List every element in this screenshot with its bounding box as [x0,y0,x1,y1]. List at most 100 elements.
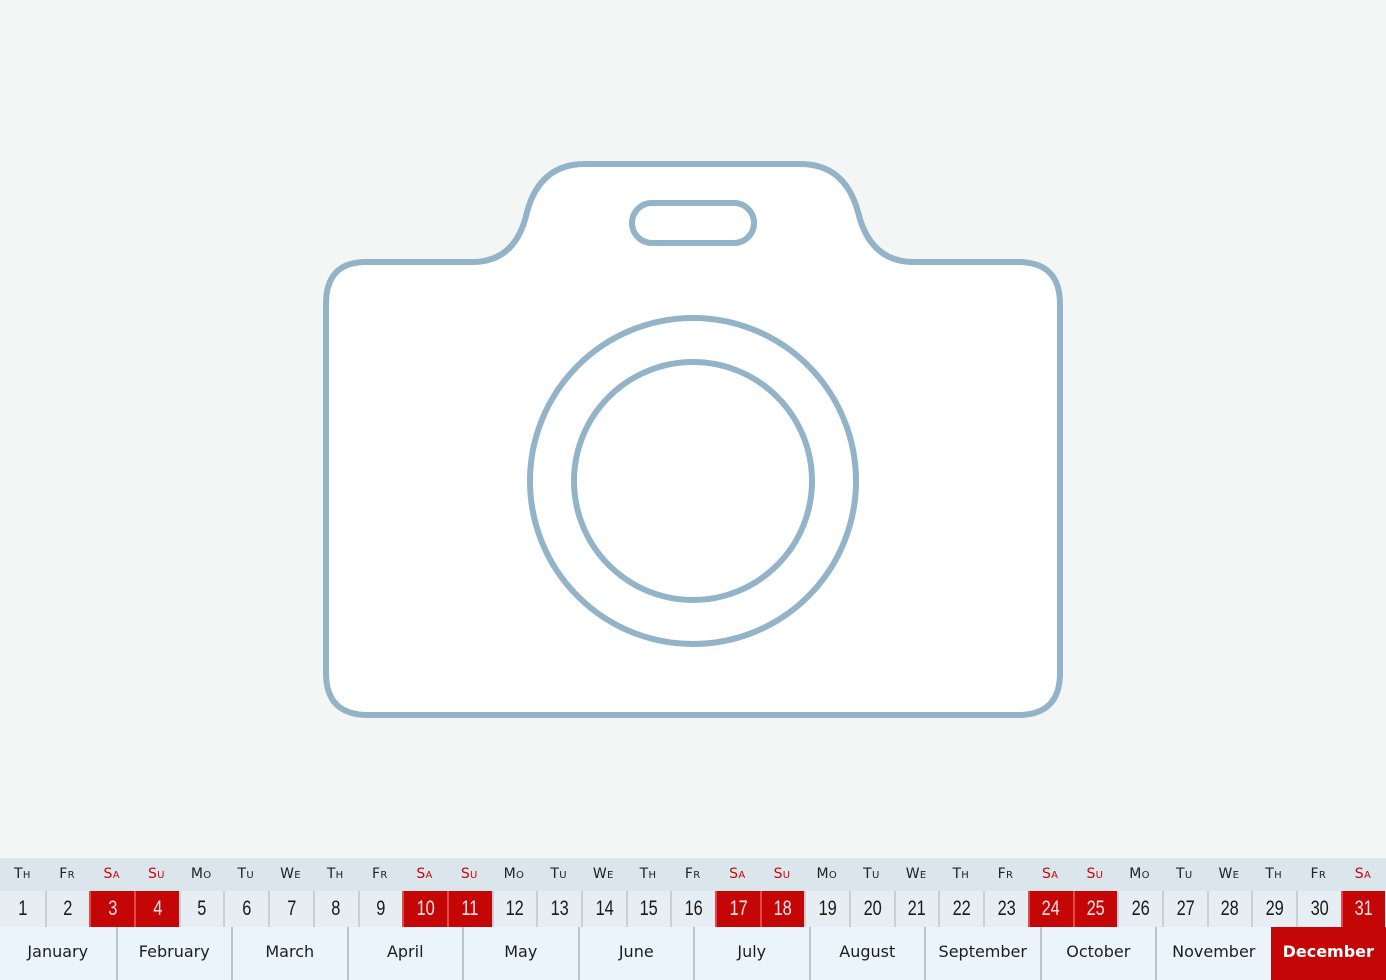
day-number: 25 [1086,897,1105,920]
day-number: 30 [1310,897,1329,920]
month-tab-march[interactable]: March [231,927,347,980]
day-cell[interactable]: 19 [804,891,849,927]
month-tab-may[interactable]: May [462,927,578,980]
month-tab-june[interactable]: June [577,927,694,980]
month-tab-october[interactable]: October [1039,927,1156,980]
day-number: 22 [952,897,971,920]
month-tab-february[interactable]: February [115,927,232,980]
day-cell[interactable]: 8 [312,891,358,927]
day-number: 10 [416,897,435,920]
month-tab-august[interactable]: August [808,927,925,980]
day-cell[interactable]: 11 [446,891,492,927]
month-tab-september[interactable]: September [924,927,1040,980]
day-number: 15 [639,897,659,920]
weekday-label: Sa [729,866,746,882]
day-cell[interactable]: 2 [44,891,90,927]
day-number: 17 [729,897,748,920]
weekday-label: Su [148,866,165,882]
day-cell[interactable]: 9 [357,891,403,927]
day-number: 4 [152,897,162,920]
weekday-label: Sa [1354,866,1372,882]
weekday-label: Tu [863,866,880,882]
weekday-label: Fr [997,866,1014,882]
day-number: 7 [286,897,297,920]
day-cell[interactable]: 16 [670,891,715,927]
day-number: 23 [997,897,1016,920]
day-cell[interactable]: 20 [849,891,894,927]
weekday-label: Fr [1310,866,1327,882]
weekday-label: Th [952,866,970,882]
weekday-label: We [280,866,301,882]
weekday-label: Tu [550,866,567,882]
weekday-label: Su [460,866,478,882]
day-number: 27 [1176,897,1195,920]
day-cell[interactable]: 12 [491,891,537,927]
day-number: 18 [773,897,793,920]
day-cell[interactable]: 30 [1295,891,1341,927]
day-cell[interactable]: 5 [178,891,224,927]
day-cell[interactable]: 22 [938,891,983,927]
day-number: 20 [863,897,882,920]
day-number: 14 [595,897,614,920]
weekday-label: We [1218,866,1240,882]
day-cell[interactable]: 1 [0,891,45,927]
weekday-label: Th [14,866,31,882]
weekday-label: Th [639,866,657,882]
day-number: 1 [17,897,27,920]
month-row: January February March April May June July Augu… [0,927,1386,980]
weekday-label: Th [326,866,344,882]
day-cell[interactable]: 4 [134,891,179,927]
day-row: 1 2 3 4 5 6 7 8 9 10 11 12 13 14 15 16 17 18 19 20 21 22 23 24 2… [0,891,1386,927]
day-number: 6 [242,897,252,920]
day-number: 29 [1265,897,1284,920]
weekday-row: Th Fr Sa Su Mo Tu We Th Fr Sa Su Mo Tu We Th Fr Sa Su Mo Tu… [0,858,1386,891]
camera-icon [323,161,1063,718]
day-number: 13 [550,897,569,920]
day-cell[interactable]: 21 [893,891,939,927]
day-number: 28 [1220,897,1240,920]
day-number: 3 [108,897,118,920]
weekday-label: Mo [190,866,212,882]
day-cell[interactable]: 6 [223,891,268,927]
weekday-label: Fr [684,866,701,882]
day-cell[interactable]: 14 [580,891,626,927]
day-cell[interactable]: 17 [715,891,760,927]
day-cell[interactable]: 24 [1027,891,1073,927]
day-cell[interactable]: 29 [1251,891,1296,927]
day-cell[interactable]: 23 [983,891,1028,927]
weekday-label: Fr [372,866,388,882]
weekday-label: Tu [237,866,255,882]
weekday-label: Mo [816,866,837,882]
weekday-label: We [905,866,927,882]
day-number: 12 [505,897,525,920]
month-tab-january[interactable]: January [0,927,116,980]
day-cell[interactable]: 10 [402,891,447,927]
weekday-label: Mo [503,866,525,882]
month-tab-july[interactable]: July [693,927,809,980]
day-number: 21 [907,897,927,920]
weekday-label: Sa [416,866,433,882]
month-tab-april[interactable]: April [346,927,463,980]
day-cell[interactable]: 3 [89,891,135,927]
day-cell[interactable]: 27 [1161,891,1207,927]
weekday-label: We [592,866,614,882]
day-cell[interactable]: 18 [759,891,805,927]
day-cell[interactable]: 26 [1117,891,1162,927]
day-cell[interactable]: 13 [536,891,581,927]
weekday-label: Fr [59,866,75,882]
day-cell[interactable]: 7 [268,891,313,927]
day-cell[interactable]: 28 [1206,891,1252,927]
day-number: 19 [818,897,837,920]
day-cell[interactable]: 31 [1340,891,1386,927]
day-number: 11 [461,897,479,920]
day-number: 16 [684,897,703,920]
month-tab-november[interactable]: November [1155,927,1271,980]
weekday-label: Tu [1175,866,1193,882]
calendar-strip: Th Fr Sa Su Mo Tu We Th Fr Sa Su Mo Tu We Th Fr Sa Su Mo Tu… [0,858,1386,980]
day-cell[interactable]: 25 [1072,891,1118,927]
weekday-label: Sa [103,866,120,882]
weekday-label: Th [1265,866,1282,882]
month-tab-december[interactable]: December [1270,927,1386,980]
day-cell[interactable]: 15 [625,891,671,927]
day-number: 5 [197,897,207,920]
